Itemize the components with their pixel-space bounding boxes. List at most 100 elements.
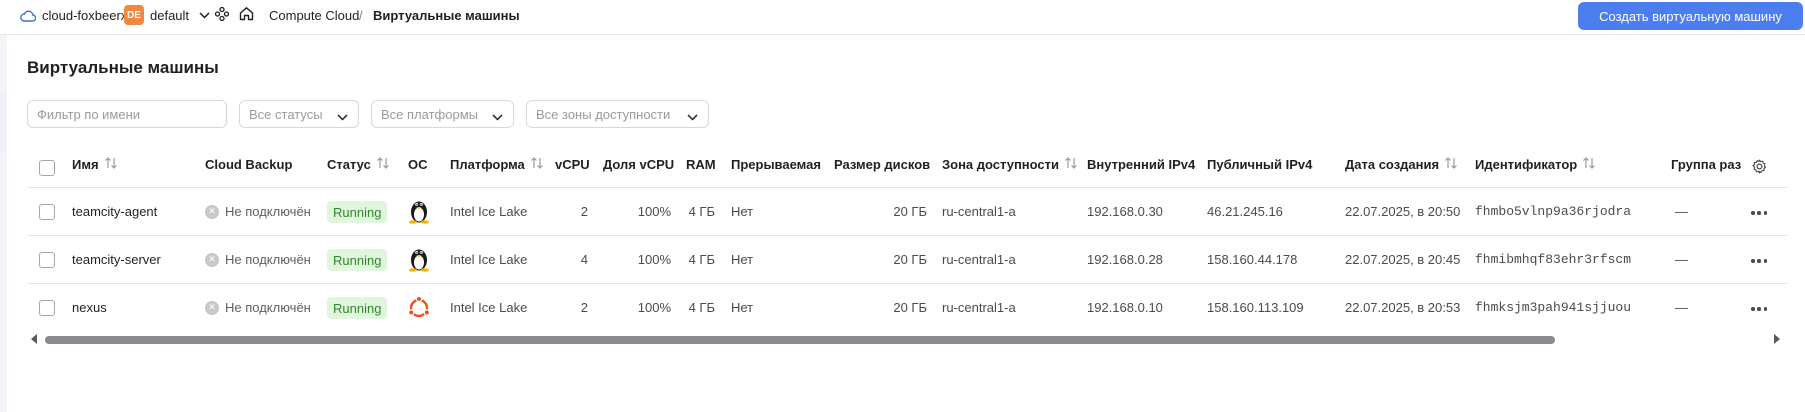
column-header-id[interactable]: Идентификатор [1475, 157, 1596, 172]
chevron-down-icon [687, 109, 698, 124]
row-checkbox[interactable] [39, 204, 55, 220]
breadcrumb-service[interactable]: Compute Cloud [269, 8, 359, 23]
disk-size: 20 ГБ [893, 300, 927, 315]
backup-status-text: Не подключён [225, 252, 311, 267]
column-header-id-label: Идентификатор [1475, 157, 1578, 172]
vcpu: 2 [580, 300, 588, 315]
gear-icon[interactable] [1750, 159, 1767, 174]
backup-status: ✕ Не подключён [205, 300, 311, 315]
platform: Intel Ice Lake [450, 204, 528, 219]
public-ip: 158.160.44.178 [1207, 252, 1298, 267]
home-icon[interactable] [239, 6, 254, 21]
column-header-internal-ip: Внутренний IPv4 [1087, 157, 1196, 172]
scrollbar-thumb[interactable] [45, 336, 1555, 344]
linux-tux-icon [409, 249, 429, 272]
backup-status: ✕ Не подключён [205, 204, 311, 219]
column-header-preemptible: Прерываемая [731, 157, 821, 172]
chevron-down-icon [199, 11, 210, 19]
status-filter-select[interactable]: Все статусы [239, 100, 359, 128]
column-header-backup: Cloud Backup [205, 157, 293, 172]
column-header-platform-label: Платформа [450, 157, 525, 172]
row-divider [27, 283, 1787, 284]
zone-filter-select[interactable]: Все зоны доступности [526, 100, 709, 128]
vcpu-share: 100% [637, 300, 671, 315]
column-header-ram: RAM [686, 157, 716, 172]
zone: ru-central1-a [942, 204, 1016, 219]
more-icon[interactable] [1751, 259, 1767, 263]
folder-badge: DE [124, 5, 144, 25]
sort-icon[interactable] [1582, 157, 1596, 172]
column-header-os: ОС [408, 157, 428, 172]
name-filter-input[interactable]: Фильтр по имени [27, 100, 227, 128]
group: — [1675, 300, 1688, 315]
sort-icon[interactable] [1064, 157, 1078, 172]
zone: ru-central1-a [942, 252, 1016, 267]
created-date: 22.07.2025, в 20:45 [1345, 252, 1461, 267]
platform: Intel Ice Lake [450, 252, 528, 267]
sort-icon[interactable] [1444, 157, 1458, 172]
vcpu-share: 100% [637, 252, 671, 267]
column-header-public-ip: Публичный IPv4 [1207, 157, 1313, 172]
vcpu: 4 [580, 252, 588, 267]
column-header-created-label: Дата создания [1345, 157, 1440, 172]
create-vm-button[interactable]: Создать виртуальную машину [1578, 2, 1803, 30]
ram: 4 ГБ [688, 204, 715, 219]
more-icon[interactable] [1751, 307, 1767, 311]
scroll-right-arrow-icon[interactable] [1774, 334, 1780, 344]
name-filter-placeholder: Фильтр по имени [37, 106, 141, 122]
cloud-name: cloud-foxbeerx [42, 8, 128, 23]
chevron-down-icon [337, 109, 348, 124]
public-ip: 158.160.113.109 [1207, 300, 1304, 315]
preemptible: Нет [731, 252, 754, 267]
column-header-status-label: Статус [327, 157, 371, 172]
internal-ip: 192.168.0.10 [1087, 300, 1163, 315]
column-header-platform[interactable]: Платформа [450, 157, 544, 172]
vcpu: 2 [580, 204, 588, 219]
ram: 4 ГБ [688, 252, 715, 267]
column-header-name[interactable]: Имя [72, 157, 118, 172]
vm-name[interactable]: teamcity-agent [72, 204, 157, 219]
sort-icon[interactable] [104, 157, 118, 172]
vm-name[interactable]: teamcity-server [72, 252, 161, 267]
folder-selector[interactable]: DE default [124, 5, 210, 25]
column-header-status[interactable]: Статус [327, 157, 390, 172]
platform-filter-value: Все платформы [381, 106, 478, 122]
created-date: 22.07.2025, в 20:53 [1345, 300, 1461, 315]
scroll-left-arrow-icon[interactable] [31, 334, 37, 344]
column-header-created[interactable]: Дата создания [1345, 157, 1458, 172]
services-icon[interactable] [215, 7, 229, 21]
top-bar: cloud-foxbeerx DE default Compute Cloud … [0, 0, 1805, 35]
preemptible: Нет [731, 300, 754, 315]
close-icon: ✕ [205, 204, 219, 219]
zone: ru-central1-a [942, 300, 1016, 315]
sort-icon[interactable] [530, 157, 544, 172]
select-all-checkbox[interactable] [39, 160, 55, 176]
disk-size: 20 ГБ [893, 204, 927, 219]
row-checkbox[interactable] [39, 300, 55, 316]
column-header-zone[interactable]: Зона доступности [942, 157, 1078, 172]
platform: Intel Ice Lake [450, 300, 528, 315]
close-icon: ✕ [205, 252, 219, 267]
disk-size: 20 ГБ [893, 252, 927, 267]
platform-filter-select[interactable]: Все платформы [371, 100, 514, 128]
vm-id: fhmbo5vlnp9a36rjodra [1475, 204, 1632, 219]
status-badge: Running [327, 297, 388, 319]
ram: 4 ГБ [688, 300, 715, 315]
sort-icon[interactable] [376, 157, 390, 172]
status-badge: Running [327, 201, 388, 223]
created-date: 22.07.2025, в 20:50 [1345, 204, 1461, 219]
header-divider [27, 187, 1787, 188]
cloud-selector[interactable]: cloud-foxbeerx [20, 8, 127, 23]
public-ip: 46.21.245.16 [1207, 204, 1283, 219]
folder-name: default [150, 7, 190, 23]
row-checkbox[interactable] [39, 252, 55, 268]
more-icon[interactable] [1751, 211, 1767, 215]
column-header-zone-label: Зона доступности [942, 157, 1060, 172]
vm-id: fhmibmhqf83ehr3rfscm [1475, 252, 1632, 267]
status-badge: Running [327, 249, 388, 271]
breadcrumb-separator: / [359, 8, 363, 23]
vcpu-share: 100% [637, 204, 671, 219]
preemptible: Нет [731, 204, 754, 219]
internal-ip: 192.168.0.28 [1087, 252, 1163, 267]
vm-name[interactable]: nexus [72, 300, 107, 315]
